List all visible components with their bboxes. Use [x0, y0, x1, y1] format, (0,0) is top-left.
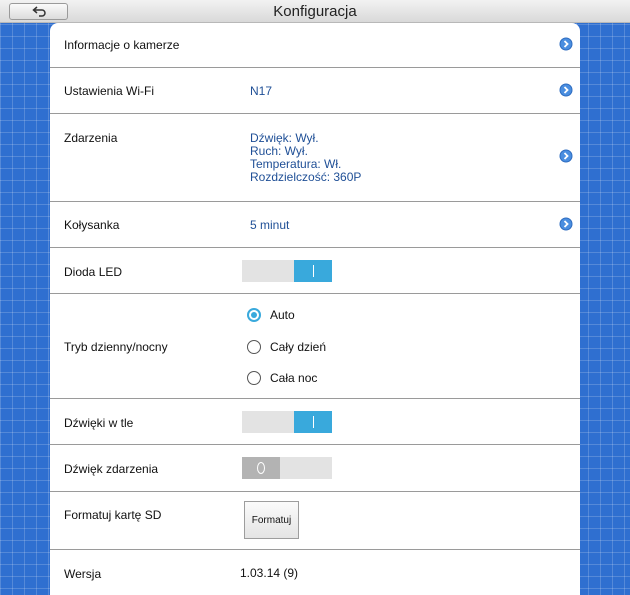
radio-all-day[interactable]: Cały dzień [247, 340, 326, 354]
row-led: Dioda LED [50, 248, 580, 294]
row-day-night: Tryb dzienny/nocny Auto Cały dzień Cała … [50, 294, 580, 399]
radio-unchecked-icon [247, 371, 261, 385]
row-lullaby[interactable]: Kołysanka 5 minut [50, 202, 580, 248]
radio-auto-label: Auto [270, 308, 295, 322]
events-label: Zdarzenia [64, 131, 118, 145]
radio-unchecked-icon [247, 340, 261, 354]
format-button[interactable]: Formatuj [244, 501, 299, 539]
chevron-right-icon[interactable] [559, 217, 573, 231]
version-label: Wersja [64, 567, 102, 581]
led-toggle[interactable] [242, 260, 332, 282]
background-sounds-label: Dźwięki w tle [64, 416, 134, 430]
row-events[interactable]: Zdarzenia Dźwięk: Wył. Ruch: Wył. Temper… [50, 114, 580, 202]
radio-all-night-label: Cała noc [270, 371, 318, 385]
background-sounds-toggle[interactable] [242, 411, 332, 433]
toggle-on-knob [294, 411, 332, 433]
wifi-value: N17 [250, 84, 273, 98]
radio-all-day-label: Cały dzień [270, 340, 327, 354]
row-background-sounds: Dźwięki w tle [50, 399, 580, 445]
day-night-label: Tryb dzienny/nocny [64, 340, 168, 354]
event-sound-toggle[interactable] [242, 457, 332, 479]
row-format-sd: Formatuj kartę SD Formatuj [50, 492, 580, 550]
settings-panel: Informacje o kamerze Ustawienia Wi-Fi N1… [50, 23, 580, 595]
chevron-right-icon[interactable] [559, 37, 573, 51]
row-version: Wersja 1.03.14 (9) [50, 550, 580, 595]
events-resolution: Rozdzielczość: 360P [250, 170, 362, 184]
event-sound-label: Dźwięk zdarzenia [64, 462, 159, 476]
radio-checked-icon [247, 308, 261, 322]
version-value: 1.03.14 (9) [240, 566, 299, 580]
toggle-off-knob [242, 457, 280, 479]
led-label: Dioda LED [64, 265, 123, 279]
radio-all-night[interactable]: Cała noc [247, 371, 317, 385]
chevron-right-icon[interactable] [559, 149, 573, 163]
chevron-right-icon[interactable] [559, 83, 573, 97]
row-camera-info[interactable]: Informacje o kamerze [50, 23, 580, 68]
row-event-sound: Dźwięk zdarzenia [50, 445, 580, 492]
lullaby-label: Kołysanka [64, 218, 120, 232]
format-sd-label: Formatuj kartę SD [64, 508, 162, 522]
camera-info-label: Informacje o kamerze [64, 38, 180, 52]
row-wifi[interactable]: Ustawienia Wi-Fi N17 [50, 68, 580, 114]
radio-auto[interactable]: Auto [247, 308, 295, 322]
wifi-label: Ustawienia Wi-Fi [64, 84, 155, 98]
toggle-on-knob [294, 260, 332, 282]
title-bar: Konfiguracja [0, 0, 630, 23]
lullaby-value: 5 minut [250, 218, 290, 232]
page-title: Konfiguracja [273, 3, 357, 20]
